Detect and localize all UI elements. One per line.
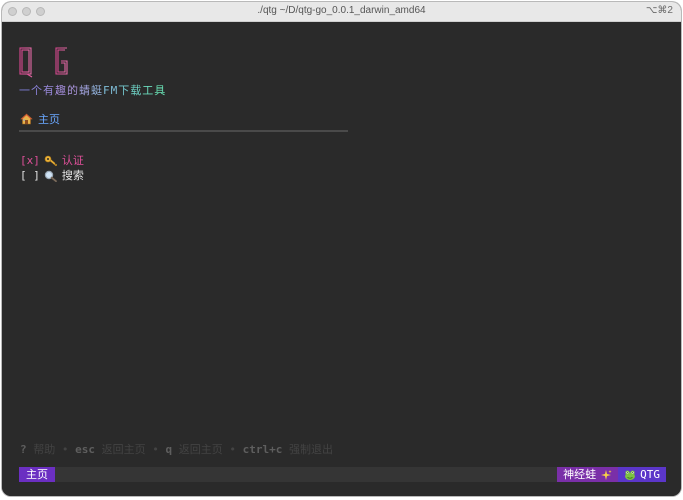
help-desc: 帮助	[33, 443, 56, 456]
help-desc: 返回主页	[178, 443, 223, 456]
breadcrumb-label: 主页	[38, 113, 60, 126]
sparkles-icon	[600, 469, 612, 481]
subtitle-char: 蜓	[91, 84, 103, 97]
subtitle-char: 的	[67, 84, 79, 97]
menu-item-checkbox[interactable]: [x]	[20, 153, 40, 168]
frog-icon	[624, 469, 636, 481]
terminal-content[interactable]: 一个有趣的蜻蜓FM下载工具 主页 [x] 认证 [] 搜索 ? 帮助 • es…	[2, 22, 681, 496]
menu-item-label: 搜索	[61, 169, 84, 182]
subtitle-char: 具	[154, 84, 167, 97]
status-badges: 神经蛙 QTG	[557, 467, 666, 482]
help-key: esc	[75, 443, 95, 456]
subtitle-char: 有	[43, 84, 55, 97]
subtitle-char: 工	[142, 84, 155, 97]
subtitle-char: 蜻	[79, 84, 91, 97]
status-badge-app: QTG	[618, 467, 666, 482]
menu-item-label: 认证	[61, 154, 84, 167]
qtg-logo	[19, 46, 71, 82]
status-bar: 主页 神经蛙 QTG	[19, 467, 666, 482]
help-key: ?	[20, 443, 27, 456]
help-desc: 返回主页	[101, 443, 146, 456]
window-shortcut: ⌥⌘2	[645, 5, 673, 16]
menu-list: [x] 认证 [ ] 搜索	[20, 153, 84, 183]
menu-item-auth[interactable]: [x] 认证	[20, 153, 84, 168]
title-bar[interactable]: ./qtg ~/D/qtg-go_0.0.1_darwin_amd64 ⌥⌘2	[2, 2, 681, 22]
menu-item-search[interactable]: [ ] 搜索	[20, 168, 84, 183]
divider	[19, 130, 348, 132]
help-separator: •	[229, 443, 236, 456]
status-badge-app-label: QTG	[640, 468, 660, 481]
subtitle-char: 下	[118, 84, 131, 97]
subtitle-char: 个	[31, 84, 43, 97]
menu-item-checkbox[interactable]: [ ]	[20, 168, 40, 183]
breadcrumb: 主页	[20, 111, 60, 127]
help-desc: 强制退出	[289, 443, 333, 456]
help-key: ctrl+c	[242, 443, 283, 456]
help-separator: •	[61, 443, 69, 456]
status-badge-author: 神经蛙	[557, 467, 619, 482]
help-bar: ? 帮助 • esc 返回主页 • q 返回主页 • ctrl+c 强制退出	[20, 441, 333, 457]
help-separator: •	[152, 443, 159, 456]
window-title: ./qtg ~/D/qtg-go_0.0.1_darwin_amd64	[257, 5, 426, 16]
home-icon	[20, 113, 33, 125]
terminal-window: ./qtg ~/D/qtg-go_0.0.1_darwin_amd64 ⌥⌘2	[2, 2, 681, 496]
status-badge-author-label: 神经蛙	[563, 468, 597, 481]
subtitle-char: 趣	[55, 84, 67, 97]
subtitle-char: 一	[19, 84, 31, 97]
subtitle-char: 载	[130, 84, 143, 97]
subtitle-char: FM	[103, 84, 119, 97]
key-icon	[44, 155, 58, 167]
app-subtitle: 一个有趣的蜻蜓FM下载工具	[19, 82, 166, 98]
qtg-logo-art	[19, 47, 68, 78]
help-key: q	[165, 443, 173, 456]
status-view-label: 主页	[19, 467, 55, 482]
magnifier-icon	[44, 170, 58, 182]
